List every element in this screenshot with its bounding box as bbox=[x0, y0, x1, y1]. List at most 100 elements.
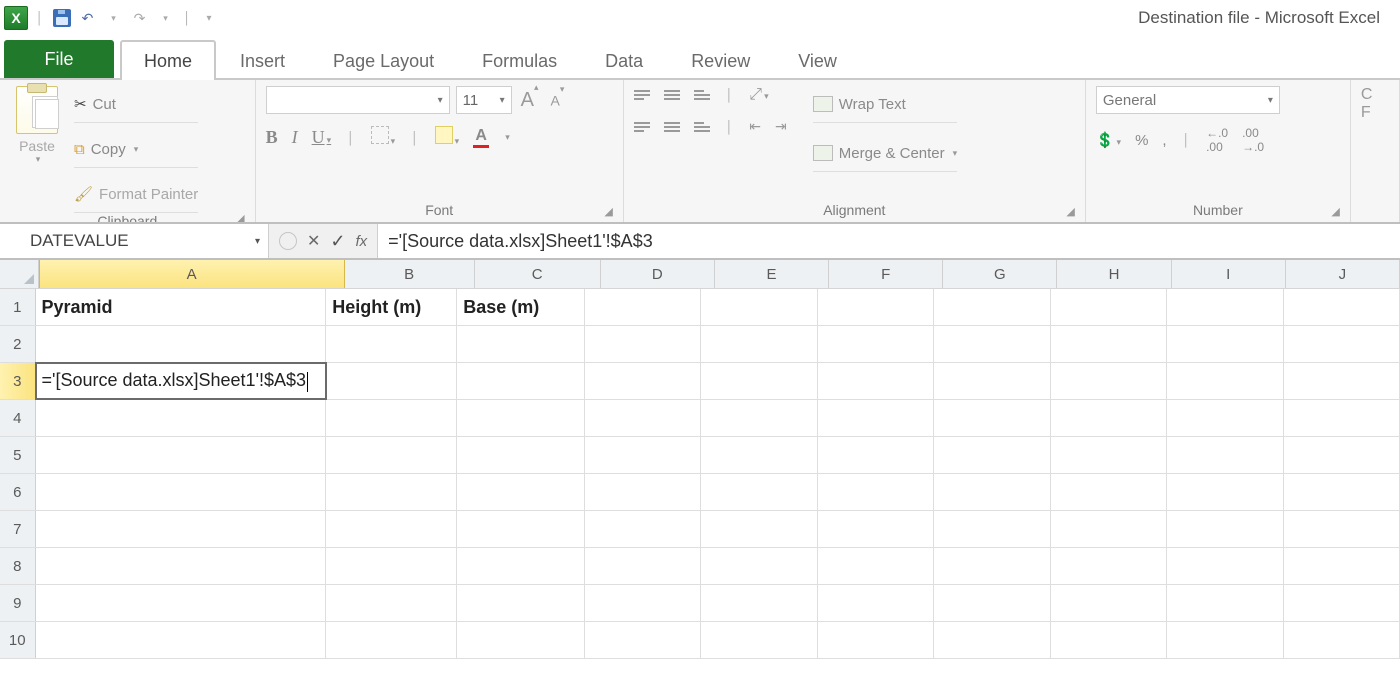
cell-D8[interactable] bbox=[585, 548, 701, 584]
qat-customize-dropdown[interactable]: ▾ bbox=[199, 7, 219, 29]
cell-J10[interactable] bbox=[1284, 622, 1400, 658]
cell-A1[interactable]: Pyramid bbox=[36, 289, 327, 325]
insert-function-button[interactable]: fx bbox=[356, 233, 368, 250]
col-header-E[interactable]: E bbox=[715, 260, 829, 288]
cell-E4[interactable] bbox=[701, 400, 817, 436]
underline-button[interactable]: U▾ bbox=[312, 127, 332, 148]
cell-G5[interactable] bbox=[934, 437, 1050, 473]
cell-I2[interactable] bbox=[1167, 326, 1283, 362]
cell-D10[interactable] bbox=[585, 622, 701, 658]
increase-indent-button[interactable]: ⇥ bbox=[775, 118, 787, 135]
font-launcher-icon[interactable]: ◢ bbox=[604, 205, 612, 218]
select-all-corner[interactable] bbox=[0, 260, 39, 288]
cell-C7[interactable] bbox=[457, 511, 584, 547]
accounting-format-button[interactable]: 💲▾ bbox=[1096, 131, 1121, 149]
col-header-B[interactable]: B bbox=[345, 260, 475, 288]
cell-F4[interactable] bbox=[818, 400, 934, 436]
undo-button[interactable]: ↶ bbox=[78, 7, 98, 29]
middle-align-button[interactable] bbox=[664, 90, 680, 100]
cell-A9[interactable] bbox=[36, 585, 327, 621]
cell-G7[interactable] bbox=[934, 511, 1050, 547]
cell-J6[interactable] bbox=[1284, 474, 1400, 510]
cell-G6[interactable] bbox=[934, 474, 1050, 510]
number-launcher-icon[interactable]: ◢ bbox=[1331, 205, 1339, 218]
cell-H4[interactable] bbox=[1051, 400, 1167, 436]
cell-D7[interactable] bbox=[585, 511, 701, 547]
row-header-2[interactable]: 2 bbox=[0, 326, 36, 362]
tab-insert[interactable]: Insert bbox=[216, 40, 309, 80]
col-header-J[interactable]: J bbox=[1286, 260, 1400, 288]
font-name-dropdown[interactable]: ▾ bbox=[266, 86, 450, 114]
top-align-button[interactable] bbox=[634, 90, 650, 100]
cell-H3[interactable] bbox=[1051, 363, 1167, 399]
cell-J9[interactable] bbox=[1284, 585, 1400, 621]
col-header-D[interactable]: D bbox=[601, 260, 715, 288]
row-header-4[interactable]: 4 bbox=[0, 400, 36, 436]
cell-H10[interactable] bbox=[1051, 622, 1167, 658]
cell-B2[interactable] bbox=[326, 326, 457, 362]
tab-home[interactable]: Home bbox=[120, 40, 216, 80]
cell-B8[interactable] bbox=[326, 548, 457, 584]
cell-I10[interactable] bbox=[1167, 622, 1283, 658]
cell-F6[interactable] bbox=[818, 474, 934, 510]
align-left-button[interactable] bbox=[634, 122, 650, 132]
fill-color-button[interactable]: ▾ bbox=[435, 126, 460, 149]
tab-view[interactable]: View bbox=[774, 40, 861, 80]
cell-I6[interactable] bbox=[1167, 474, 1283, 510]
cell-H7[interactable] bbox=[1051, 511, 1167, 547]
row-header-3[interactable]: 3 bbox=[0, 363, 36, 399]
enter-formula-button[interactable]: ✓ bbox=[330, 231, 345, 252]
cell-H8[interactable] bbox=[1051, 548, 1167, 584]
cell-C8[interactable] bbox=[457, 548, 584, 584]
decrease-font-size-button[interactable]: A▾ bbox=[547, 92, 567, 109]
row-header-7[interactable]: 7 bbox=[0, 511, 36, 547]
cell-J2[interactable] bbox=[1284, 326, 1400, 362]
cell-I1[interactable] bbox=[1167, 289, 1283, 325]
name-box-dropdown-icon[interactable]: ▾ bbox=[255, 236, 260, 247]
cell-A4[interactable] bbox=[36, 400, 327, 436]
tab-formulas[interactable]: Formulas bbox=[458, 40, 581, 80]
bottom-align-button[interactable] bbox=[694, 90, 710, 100]
cell-E3[interactable] bbox=[701, 363, 817, 399]
font-color-button[interactable]: A bbox=[473, 127, 489, 148]
cell-C4[interactable] bbox=[457, 400, 584, 436]
cell-A5[interactable] bbox=[36, 437, 327, 473]
format-painter-button[interactable]: 🖌 Format Painter bbox=[74, 176, 198, 213]
clipboard-launcher-icon[interactable]: ◢ bbox=[236, 212, 244, 224]
italic-button[interactable]: I bbox=[292, 127, 298, 148]
col-header-I[interactable]: I bbox=[1172, 260, 1286, 288]
cell-F5[interactable] bbox=[818, 437, 934, 473]
tab-page-layout[interactable]: Page Layout bbox=[309, 40, 458, 80]
cell-J7[interactable] bbox=[1284, 511, 1400, 547]
cell-G3[interactable] bbox=[934, 363, 1050, 399]
cell-E2[interactable] bbox=[701, 326, 817, 362]
orientation-button[interactable]: ⤢▾ bbox=[749, 86, 768, 104]
cell-G8[interactable] bbox=[934, 548, 1050, 584]
cell-B9[interactable] bbox=[326, 585, 457, 621]
cell-G1[interactable] bbox=[934, 289, 1050, 325]
cell-G9[interactable] bbox=[934, 585, 1050, 621]
cell-J8[interactable] bbox=[1284, 548, 1400, 584]
cell-C9[interactable] bbox=[457, 585, 584, 621]
tab-review[interactable]: Review bbox=[667, 40, 774, 80]
col-header-F[interactable]: F bbox=[829, 260, 943, 288]
row-header-8[interactable]: 8 bbox=[0, 548, 36, 584]
redo-button[interactable]: ↷ bbox=[130, 7, 150, 29]
cell-F2[interactable] bbox=[818, 326, 934, 362]
cell-C2[interactable] bbox=[457, 326, 584, 362]
percent-style-button[interactable]: % bbox=[1135, 132, 1148, 149]
decrease-indent-button[interactable]: ⇤ bbox=[749, 118, 761, 135]
merge-dropdown-icon[interactable]: ▾ bbox=[953, 148, 958, 159]
cell-I4[interactable] bbox=[1167, 400, 1283, 436]
cell-C3[interactable] bbox=[457, 363, 584, 399]
cell-B5[interactable] bbox=[326, 437, 457, 473]
cell-A6[interactable] bbox=[36, 474, 327, 510]
increase-font-size-button[interactable]: A▴ bbox=[518, 89, 542, 112]
cell-F1[interactable] bbox=[818, 289, 934, 325]
cell-E6[interactable] bbox=[701, 474, 817, 510]
cell-H1[interactable] bbox=[1051, 289, 1167, 325]
cut-button[interactable]: ✂ Cut bbox=[74, 86, 198, 123]
cell-D4[interactable] bbox=[585, 400, 701, 436]
cell-J5[interactable] bbox=[1284, 437, 1400, 473]
cell-C6[interactable] bbox=[457, 474, 584, 510]
